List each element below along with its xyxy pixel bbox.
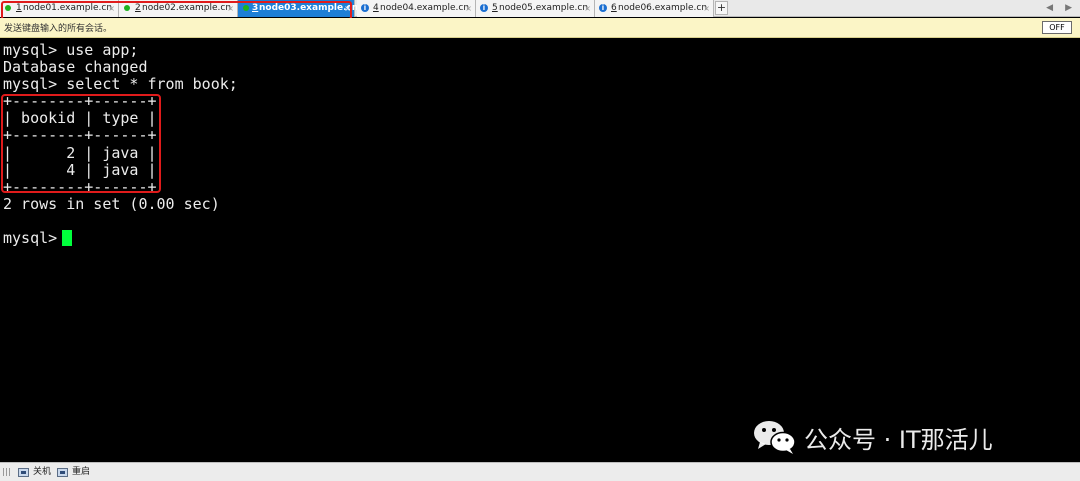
- terminal-line: 2 rows in set (0.00 sec): [3, 195, 220, 213]
- close-icon[interactable]: ×: [344, 0, 351, 17]
- restart-label: 重启: [72, 467, 91, 477]
- session-tab-bar: 1 node01.example.cn × 2 node02.example.c…: [0, 0, 1080, 20]
- tab-node06[interactable]: i 6 node06.example.cn ×: [595, 0, 714, 17]
- send-to-all-notice-bar: 发送键盘输入的所有会话。 OFF: [0, 18, 1080, 38]
- tab-number: 5: [492, 3, 498, 13]
- tab-node02[interactable]: 2 node02.example.cn ×: [119, 0, 238, 17]
- tab-number: 3: [252, 3, 259, 13]
- notice-text: 发送键盘输入的所有会话。: [4, 24, 113, 34]
- status-bar: 关机 重启: [0, 462, 1080, 481]
- tab-node03[interactable]: 3 node03.example.cn ×: [238, 0, 358, 17]
- close-icon[interactable]: ×: [465, 0, 472, 17]
- close-icon[interactable]: ×: [703, 0, 710, 17]
- terminal-cursor: [62, 230, 72, 246]
- terminal-line: Database changed: [3, 58, 148, 76]
- terminal-line: mysql> use app;: [3, 41, 139, 59]
- info-status-icon: i: [361, 4, 369, 12]
- result-table-line: | bookid | type |: [3, 109, 157, 127]
- tab-number: 2: [135, 3, 141, 13]
- connected-status-icon: [243, 5, 249, 11]
- tab-node05[interactable]: i 5 node05.example.cn ×: [476, 0, 595, 17]
- close-icon[interactable]: ×: [108, 0, 115, 17]
- shutdown-label: 关机: [33, 467, 52, 477]
- tab-number: 4: [373, 3, 379, 13]
- result-table-line: | 2 | java |: [3, 144, 157, 162]
- tab-label: node06.example.cn: [618, 3, 708, 13]
- terminal-prompt: mysql>: [3, 229, 67, 247]
- tab-scroll-controls: ◀ ▶: [1034, 0, 1072, 17]
- connected-status-icon: [124, 5, 130, 11]
- close-icon[interactable]: ×: [584, 0, 591, 17]
- shutdown-icon: [18, 468, 29, 477]
- tab-node04[interactable]: i 4 node04.example.cn ×: [357, 0, 476, 17]
- result-table-line: +--------+------+: [3, 126, 157, 144]
- connected-status-icon: [5, 5, 11, 11]
- wechat-icon: [754, 421, 796, 454]
- tab-label: node02.example.cn: [142, 3, 232, 13]
- close-icon[interactable]: ×: [227, 0, 234, 17]
- tab-number: 6: [611, 3, 617, 13]
- tab-scroll-left-icon[interactable]: ◀: [1046, 3, 1053, 13]
- result-table-line: +--------+------+: [3, 92, 157, 110]
- tab-node01[interactable]: 1 node01.example.cn ×: [0, 0, 119, 17]
- tab-label: node04.example.cn: [380, 3, 470, 13]
- grip-icon: [3, 468, 11, 476]
- result-table-line: | 4 | java |: [3, 161, 157, 179]
- tab-number: 1: [16, 3, 22, 13]
- info-status-icon: i: [599, 4, 607, 12]
- tab-scroll-right-icon[interactable]: ▶: [1065, 3, 1072, 13]
- terminal-pane[interactable]: mysql> use app; Database changed mysql> …: [0, 39, 1080, 462]
- watermark-text: 公众号 · IT那活儿: [804, 426, 993, 454]
- tab-label: node05.example.cn: [499, 3, 589, 13]
- info-status-icon: i: [480, 4, 488, 12]
- tab-label: node01.example.cn: [23, 3, 113, 13]
- result-table-line: +--------+------+: [3, 178, 157, 196]
- add-tab-button[interactable]: +: [715, 1, 728, 15]
- restart-icon: [57, 468, 68, 477]
- shutdown-button[interactable]: 关机: [18, 465, 58, 480]
- off-button[interactable]: OFF: [1042, 21, 1072, 34]
- terminal-line: mysql> select * from book;: [3, 75, 238, 93]
- restart-button[interactable]: 重启: [57, 465, 97, 480]
